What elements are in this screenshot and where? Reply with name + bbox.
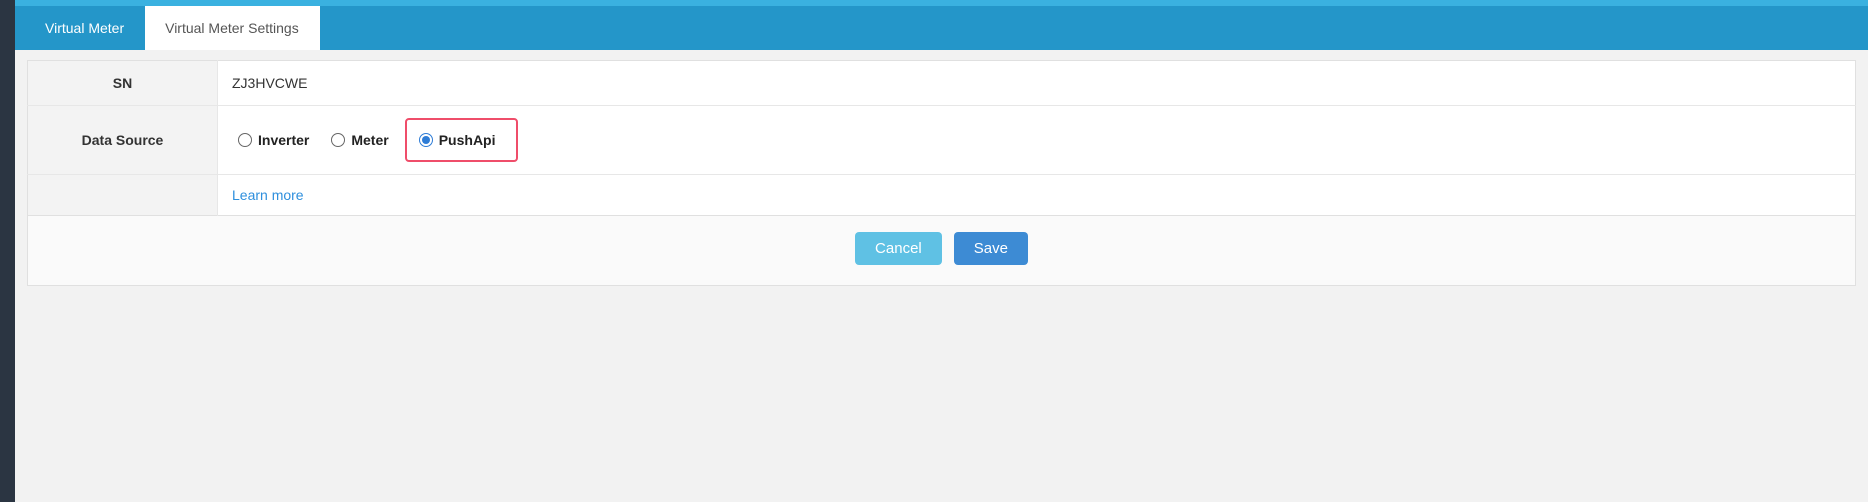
tab-label: Virtual Meter Settings [165,20,299,36]
tab-bar: Virtual Meter Virtual Meter Settings [15,6,1868,50]
radio-inverter[interactable]: Inverter [232,128,315,152]
settings-form: SN ZJ3HVCWE Data Source Inverter Meter [27,60,1856,216]
radio-label: Inverter [258,132,309,148]
radio-meter[interactable]: Meter [325,128,394,152]
data-source-radio-group: Inverter Meter PushApi [232,118,1841,162]
sn-label: SN [28,61,218,106]
radio-pushapi[interactable]: PushApi [413,128,502,152]
tab-virtual-meter-settings[interactable]: Virtual Meter Settings [145,6,320,50]
radio-label: Meter [351,132,388,148]
radio-circle-icon [331,133,345,147]
learn-more-link[interactable]: Learn more [232,187,304,203]
radio-circle-icon [238,133,252,147]
row-learn-more: Learn more [28,175,1856,216]
cancel-button[interactable]: Cancel [855,232,942,265]
dark-sidebar [0,0,15,502]
row-sn: SN ZJ3HVCWE [28,61,1856,106]
learn-more-cell: Learn more [218,175,1856,216]
data-source-label: Data Source [28,106,218,175]
highlight-pushapi: PushApi [405,118,518,162]
content-wrap: SN ZJ3HVCWE Data Source Inverter Meter [15,50,1868,296]
empty-label [28,175,218,216]
data-source-value: Inverter Meter PushApi [218,106,1856,175]
save-button[interactable]: Save [954,232,1028,265]
row-data-source: Data Source Inverter Meter [28,106,1856,175]
tab-label: Virtual Meter [45,20,124,36]
main-content: Virtual Meter Virtual Meter Settings SN … [15,0,1868,296]
tab-virtual-meter[interactable]: Virtual Meter [25,6,145,50]
radio-label: PushApi [439,132,496,148]
sn-value: ZJ3HVCWE [218,61,1856,106]
action-buttons: Cancel Save [27,216,1856,286]
radio-circle-icon [419,133,433,147]
